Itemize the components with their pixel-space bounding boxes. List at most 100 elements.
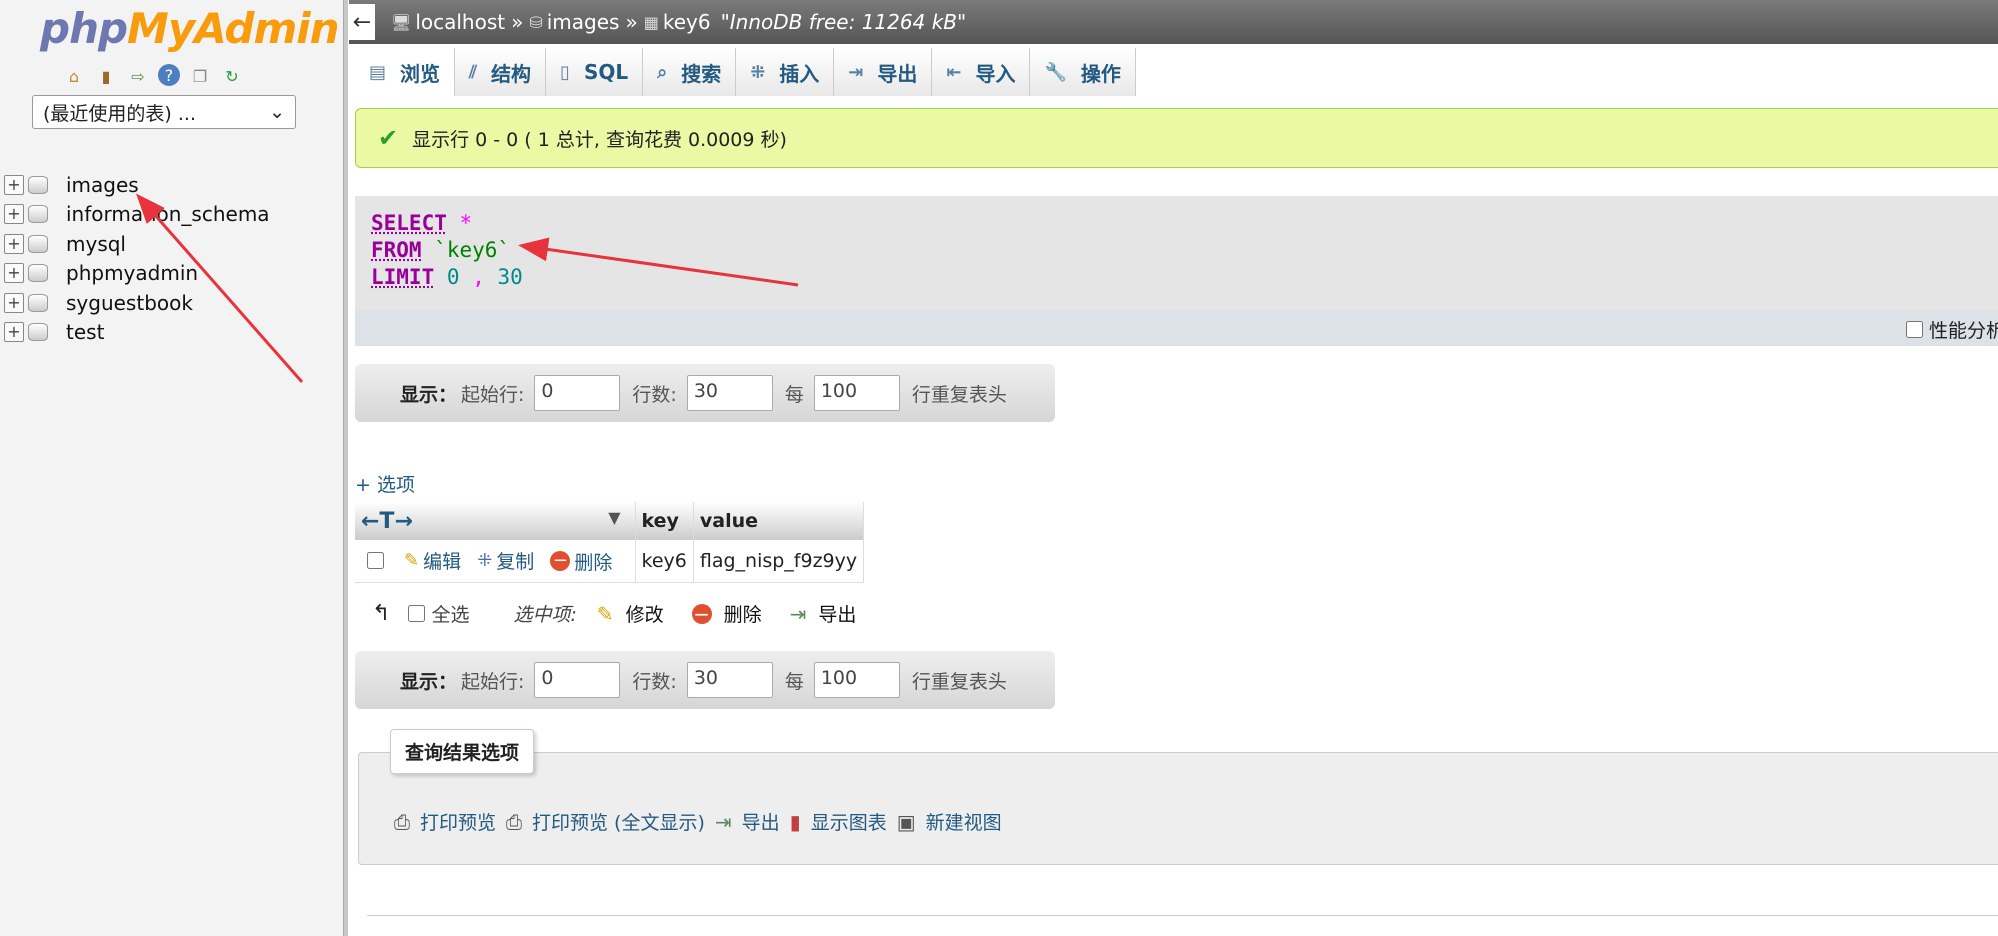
db-item[interactable]: + images bbox=[4, 170, 270, 200]
breadcrumb: ← 🖥 localhost » ⛁ images » ▦ key6 "InnoDB f… bbox=[349, 0, 1998, 44]
bulk-modify-label: 修改 bbox=[625, 604, 664, 626]
crumb-database[interactable]: ⛁ images bbox=[529, 10, 619, 34]
db-name[interactable]: mysql bbox=[66, 232, 126, 256]
column-arrows[interactable]: ←T→ ▼ bbox=[355, 502, 636, 540]
crumb-server[interactable]: 🖥 localhost bbox=[391, 10, 505, 34]
repeat-header-input[interactable]: 100 bbox=[813, 375, 900, 411]
bulk-modify-button[interactable]: ✎ 修改 bbox=[597, 600, 664, 627]
sql-offset: 0 bbox=[446, 265, 460, 289]
database-icon bbox=[28, 175, 48, 194]
tab-sql[interactable]: ▯ SQL bbox=[546, 48, 644, 96]
export-link[interactable]: ⇥ 导出 bbox=[715, 808, 780, 835]
bulk-export-label: 导出 bbox=[818, 604, 857, 626]
db-item[interactable]: + information_schema bbox=[4, 200, 270, 230]
tab-structure[interactable]: ⫽ 结构 bbox=[455, 48, 547, 96]
tab-insert[interactable]: ⁜ 插入 bbox=[736, 48, 835, 96]
home-icon[interactable]: ⌂ bbox=[62, 64, 86, 88]
db-name[interactable]: images bbox=[66, 173, 139, 197]
bulk-delete-button[interactable]: − 删除 bbox=[691, 600, 762, 627]
export-label: 导出 bbox=[741, 812, 780, 834]
start-row-input[interactable]: 0 bbox=[534, 662, 621, 698]
tab-label: 导入 bbox=[975, 61, 1016, 86]
profiling-checkbox[interactable]: 性能分析 bbox=[1905, 316, 1998, 343]
select-all[interactable]: 全选 bbox=[408, 600, 469, 627]
structure-icon: ⫽ bbox=[469, 61, 478, 83]
row-checkbox[interactable] bbox=[367, 552, 384, 569]
tab-search[interactable]: ⌕ 搜索 bbox=[643, 48, 737, 96]
collapse-nav-arrow-icon[interactable]: ← bbox=[349, 4, 375, 40]
sort-dropdown-icon[interactable]: ▼ bbox=[608, 508, 620, 527]
nav-resize-handle[interactable] bbox=[343, 0, 348, 936]
copy-link[interactable]: ⁜ 复制 bbox=[477, 547, 534, 574]
print-full-link[interactable]: ⎙ 打印预览 (全文显示) bbox=[506, 808, 705, 835]
insert-icon: ⁜ bbox=[750, 61, 766, 83]
cell-key[interactable]: key6 bbox=[635, 540, 694, 583]
options-link[interactable]: + 选项 bbox=[355, 470, 415, 497]
db-name[interactable]: information_schema bbox=[66, 202, 270, 226]
expand-icon[interactable]: + bbox=[4, 204, 24, 225]
create-view-link[interactable]: ▣ 新建视图 bbox=[897, 808, 1002, 835]
reload-icon[interactable]: ↻ bbox=[220, 64, 244, 88]
db-name[interactable]: syguestbook bbox=[66, 291, 193, 315]
edit-link[interactable]: ✎ 编辑 bbox=[404, 547, 461, 574]
row-count-input[interactable]: 30 bbox=[686, 375, 773, 411]
per-label: 每 bbox=[784, 670, 804, 693]
db-name[interactable]: test bbox=[66, 320, 104, 344]
bulk-export-button[interactable]: ⇥ 导出 bbox=[790, 600, 857, 627]
help-icon[interactable]: ? bbox=[158, 64, 180, 86]
db-item[interactable]: + mysql bbox=[4, 229, 270, 259]
expand-icon[interactable]: + bbox=[4, 174, 24, 195]
tab-label: 插入 bbox=[779, 61, 820, 86]
start-row-input[interactable]: 0 bbox=[534, 375, 621, 411]
sql-keyword[interactable]: SELECT bbox=[371, 211, 447, 235]
delete-icon: − bbox=[550, 551, 571, 571]
tab-import[interactable]: ⇤ 导入 bbox=[932, 48, 1031, 96]
print-link[interactable]: ⎙ 打印预览 bbox=[394, 808, 496, 835]
sql-keyword[interactable]: LIMIT bbox=[371, 265, 434, 289]
tab-browse[interactable]: ▤ 浏览 bbox=[355, 48, 456, 96]
pencil-icon: ✎ bbox=[404, 550, 420, 571]
logo-php: php bbox=[40, 4, 128, 53]
sql-query-box[interactable]: SELECT * FROM `key6` LIMIT 0 , 30 bbox=[355, 196, 1998, 310]
recent-tables-select[interactable]: (最近使用的表) ... ⌄ bbox=[32, 95, 296, 129]
tab-export[interactable]: ⇥ 导出 bbox=[834, 48, 933, 96]
phpmyadmin-logo[interactable]: phpMyAdmin bbox=[40, 4, 340, 53]
expand-icon[interactable]: + bbox=[4, 233, 24, 254]
results-table: ←T→ ▼ key value ✎ 编辑 ⁜ 复制 − 删除 key6 flag_nis… bbox=[355, 502, 865, 583]
column-header-value[interactable]: value bbox=[693, 502, 865, 540]
column-header-key[interactable]: key bbox=[635, 502, 694, 540]
expand-icon[interactable]: + bbox=[4, 292, 24, 313]
chart-link[interactable]: ▮ 显示图表 bbox=[790, 808, 887, 835]
profiling-label: 性能分析 bbox=[1928, 320, 1998, 342]
printer-icon: ⎙ bbox=[506, 809, 523, 834]
printer-icon: ⎙ bbox=[394, 809, 410, 834]
tab-label: 结构 bbox=[491, 61, 532, 86]
tab-operations[interactable]: 🔧 操作 bbox=[1030, 48, 1136, 96]
repeat-header-input[interactable]: 100 bbox=[813, 662, 900, 698]
crumb-table[interactable]: ▦ key6 bbox=[644, 10, 711, 34]
start-row-label: 起始行: bbox=[461, 383, 525, 406]
profiling-check[interactable] bbox=[1905, 321, 1923, 338]
sql-query-icon[interactable]: ⇨ bbox=[126, 64, 150, 88]
cell-value[interactable]: flag_nisp_f9z9yy bbox=[693, 540, 865, 583]
delete-link[interactable]: − 删除 bbox=[550, 548, 612, 575]
tab-label: 搜索 bbox=[681, 61, 722, 86]
exit-icon[interactable]: ▮ bbox=[94, 64, 118, 88]
expand-icon[interactable]: + bbox=[4, 263, 24, 284]
query-results-legend: 查询结果选项 bbox=[390, 729, 535, 774]
db-item[interactable]: + phpmyadmin bbox=[4, 259, 270, 289]
db-item[interactable]: + test bbox=[4, 318, 270, 348]
sql-keyword[interactable]: FROM bbox=[371, 238, 422, 262]
row-checkbox-wrap bbox=[361, 549, 398, 571]
search-icon: ⌕ bbox=[657, 61, 668, 83]
docs-icon[interactable]: ❐ bbox=[188, 64, 212, 88]
db-item[interactable]: + syguestbook bbox=[4, 288, 270, 318]
expand-icon[interactable]: + bbox=[4, 322, 24, 343]
row-actions: ✎ 编辑 ⁜ 复制 − 删除 bbox=[355, 540, 636, 583]
db-name[interactable]: phpmyadmin bbox=[66, 261, 198, 285]
select-all-checkbox[interactable] bbox=[408, 605, 426, 622]
row-count-input[interactable]: 30 bbox=[686, 662, 773, 698]
show-label: 显示： bbox=[400, 670, 458, 693]
export-icon: ⇥ bbox=[848, 61, 864, 83]
table-header-row: ←T→ ▼ key value bbox=[355, 502, 865, 540]
